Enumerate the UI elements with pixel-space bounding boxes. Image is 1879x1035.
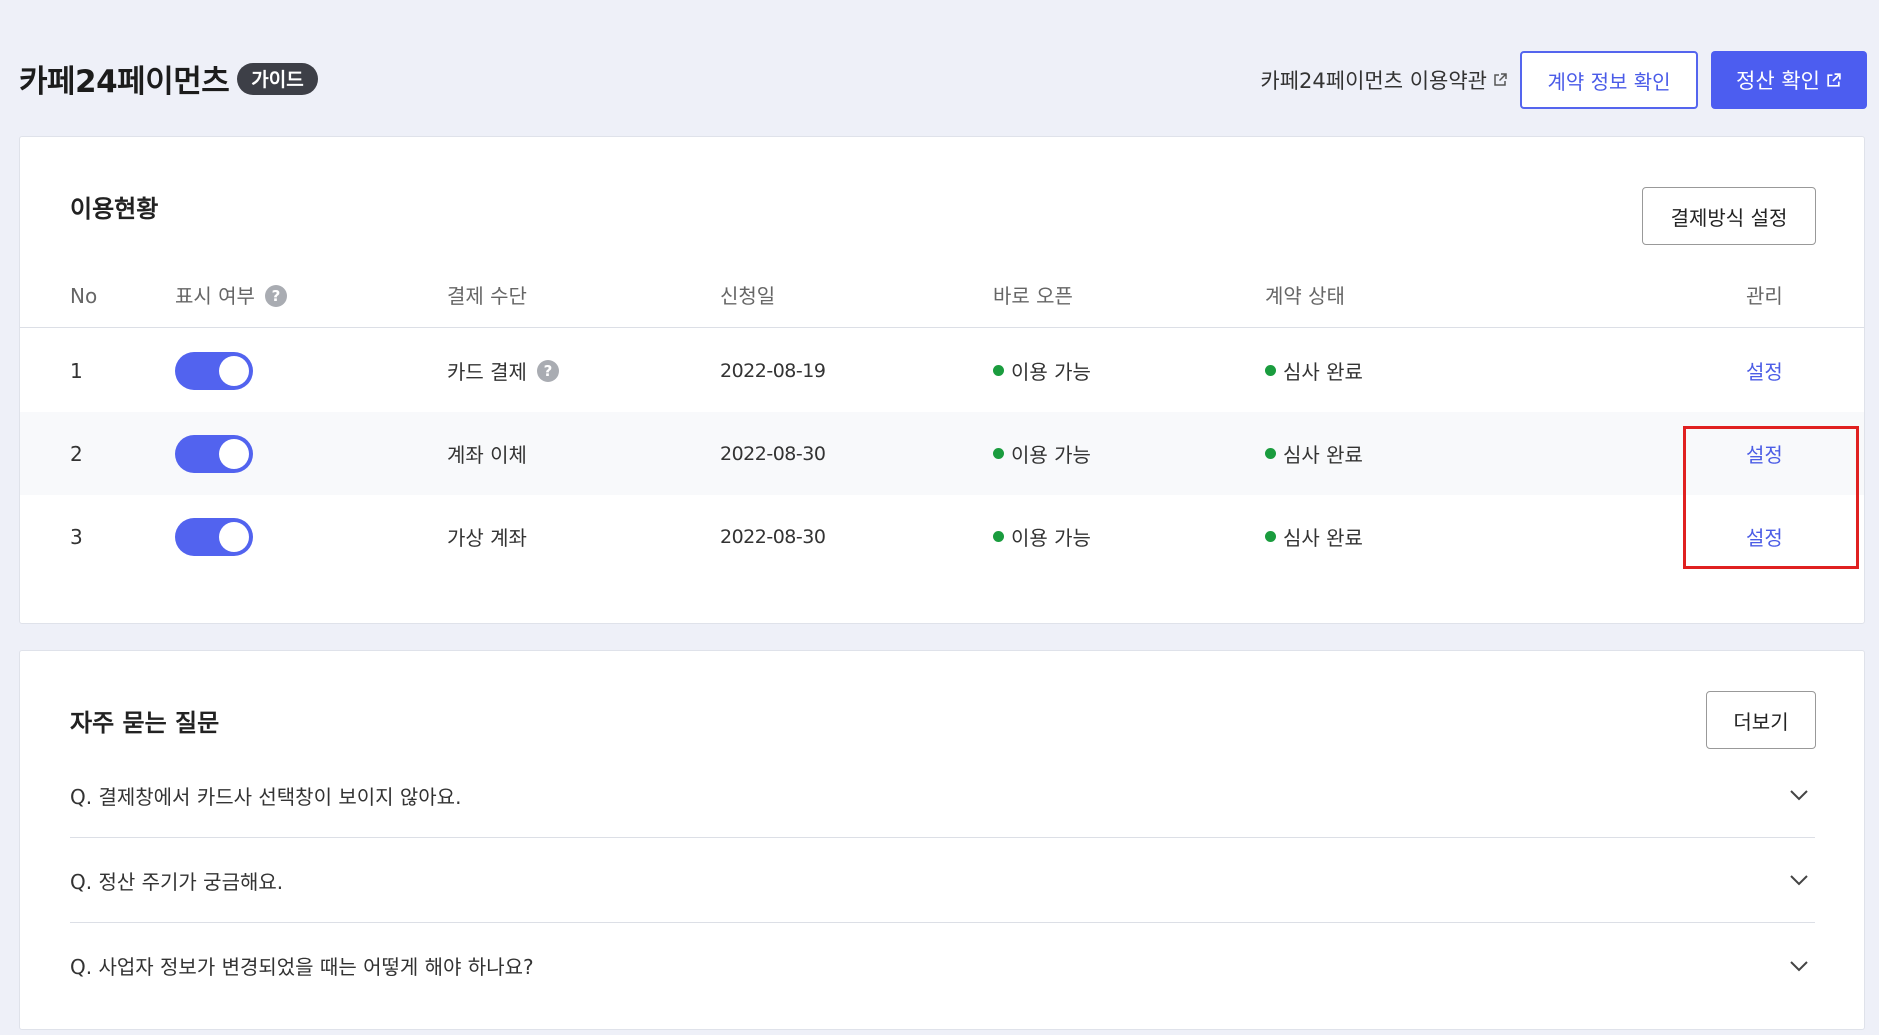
- status-dot-icon: [993, 365, 1004, 376]
- settlement-check-button[interactable]: 정산 확인: [1711, 51, 1867, 109]
- external-link-icon: [1827, 72, 1841, 87]
- table-header: No 표시 여부 ? 결제 수단 신청일 바로 오픈 계약 상태 관리: [20, 264, 1864, 328]
- table-row: 2 계좌 이체 2022-08-30 이용 가능 심사 완료 설정: [20, 412, 1864, 495]
- toggle-switch[interactable]: [175, 434, 253, 473]
- page: 카페24페이먼츠 가이드 카페24페이먼츠 이용약관 계약 정보 확인 정산 확…: [0, 0, 1879, 1035]
- brand: 카페24페이먼츠 가이드: [19, 56, 318, 101]
- contract-info-button[interactable]: 계약 정보 확인: [1520, 51, 1698, 109]
- col-display: 표시 여부 ?: [175, 264, 287, 328]
- manage-cell: 설정: [1746, 329, 1783, 412]
- faq-card: 자주 묻는 질문 더보기 Q. 결제창에서 카드사 선택창이 보이지 않아요. …: [19, 650, 1865, 1030]
- chevron-down-icon: [1790, 960, 1808, 971]
- faq-item[interactable]: Q. 사업자 정보가 변경되었을 때는 어떻게 해야 하나요?: [70, 923, 1815, 1008]
- contract-status: 심사 완료: [1265, 412, 1363, 495]
- row-no: 2: [70, 441, 83, 466]
- page-header: 카페24페이먼츠 가이드 카페24페이먼츠 이용약관 계약 정보 확인 정산 확…: [0, 0, 1879, 130]
- faq-question: Q. 정산 주기가 궁금해요.: [70, 869, 284, 894]
- status-dot-icon: [1265, 365, 1276, 376]
- toggle-knob: [219, 355, 249, 386]
- usage-status-card: 이용현황 결제방식 설정 No 표시 여부 ? 결제 수단 신청일 바로 오픈 …: [19, 136, 1865, 624]
- help-icon[interactable]: ?: [536, 359, 559, 382]
- applied-date: 2022-08-19: [720, 359, 826, 382]
- contract-status-label: 심사 완료: [1283, 360, 1363, 384]
- terms-link-label: 카페24페이먼츠 이용약관: [1260, 69, 1487, 93]
- payment-method-label: 계좌 이체: [447, 443, 527, 467]
- col-display-label: 표시 여부: [175, 284, 255, 308]
- col-no: No: [70, 284, 98, 308]
- terms-link[interactable]: 카페24페이먼츠 이용약관: [1260, 65, 1508, 95]
- chevron-down-icon: [1790, 790, 1808, 801]
- contract-status-label: 심사 완료: [1283, 443, 1363, 467]
- faq-question: Q. 결제창에서 카드사 선택창이 보이지 않아요.: [70, 784, 462, 809]
- external-link-icon: [1494, 73, 1507, 86]
- help-icon[interactable]: ?: [264, 285, 287, 307]
- faq-question: Q. 사업자 정보가 변경되었을 때는 어떻게 해야 하나요?: [70, 955, 534, 979]
- highlight-annotation-box: [1683, 426, 1859, 569]
- status-dot-icon: [993, 531, 1004, 542]
- display-toggle[interactable]: [175, 412, 253, 495]
- toggle-switch[interactable]: [175, 517, 253, 556]
- payment-method-settings-button[interactable]: 결제방식 설정: [1642, 187, 1816, 245]
- col-contract-status: 계약 상태: [1265, 284, 1345, 308]
- guide-badge[interactable]: 가이드: [237, 62, 318, 95]
- settings-link[interactable]: 설정: [1746, 356, 1783, 385]
- faq-item[interactable]: Q. 정산 주기가 궁금해요.: [70, 838, 1815, 923]
- quick-open-label: 이용 가능: [1011, 526, 1091, 550]
- col-applied-date: 신청일: [720, 284, 776, 308]
- chevron-down-icon: [1790, 875, 1808, 886]
- payment-method: 카드 결제 ?: [447, 329, 559, 412]
- status-dot-icon: [993, 448, 1004, 459]
- quick-open-status: 이용 가능: [993, 495, 1091, 578]
- payment-method: 계좌 이체: [447, 412, 527, 495]
- contract-status: 심사 완료: [1265, 495, 1363, 578]
- col-manage: 관리: [1746, 284, 1783, 308]
- payment-method: 가상 계좌: [447, 495, 527, 578]
- quick-open-label: 이용 가능: [1011, 360, 1091, 384]
- faq-title: 자주 묻는 질문: [70, 709, 220, 737]
- row-no: 1: [70, 358, 83, 383]
- payment-method-label: 가상 계좌: [447, 526, 527, 550]
- display-toggle[interactable]: [175, 495, 253, 578]
- more-button[interactable]: 더보기: [1706, 691, 1816, 749]
- status-dot-icon: [1265, 448, 1276, 459]
- row-no: 3: [70, 524, 83, 549]
- applied-date: 2022-08-30: [720, 442, 826, 465]
- display-toggle[interactable]: [175, 329, 253, 412]
- table-row: 1 카드 결제 ? 2022-08-19 이용 가능 심사 완료 설정: [20, 329, 1864, 412]
- col-method: 결제 수단: [447, 284, 527, 308]
- col-quick-open: 바로 오픈: [993, 284, 1073, 308]
- quick-open-label: 이용 가능: [1011, 443, 1091, 467]
- header-actions: 카페24페이먼츠 이용약관 계약 정보 확인 정산 확인: [1260, 51, 1867, 109]
- payment-method-label: 카드 결제: [447, 360, 527, 384]
- faq-item[interactable]: Q. 결제창에서 카드사 선택창이 보이지 않아요.: [70, 753, 1815, 838]
- toggle-knob: [219, 521, 249, 552]
- settlement-check-label: 정산 확인: [1736, 69, 1820, 93]
- quick-open-status: 이용 가능: [993, 329, 1091, 412]
- toggle-knob: [219, 438, 249, 469]
- contract-status-label: 심사 완료: [1283, 526, 1363, 550]
- toggle-switch[interactable]: [175, 351, 253, 390]
- table-row: 3 가상 계좌 2022-08-30 이용 가능 심사 완료 설정: [20, 495, 1864, 578]
- status-dot-icon: [1265, 531, 1276, 542]
- contract-status: 심사 완료: [1265, 329, 1363, 412]
- applied-date: 2022-08-30: [720, 525, 826, 548]
- usage-title: 이용현황: [70, 195, 159, 223]
- quick-open-status: 이용 가능: [993, 412, 1091, 495]
- page-title: 카페24페이먼츠: [19, 64, 230, 100]
